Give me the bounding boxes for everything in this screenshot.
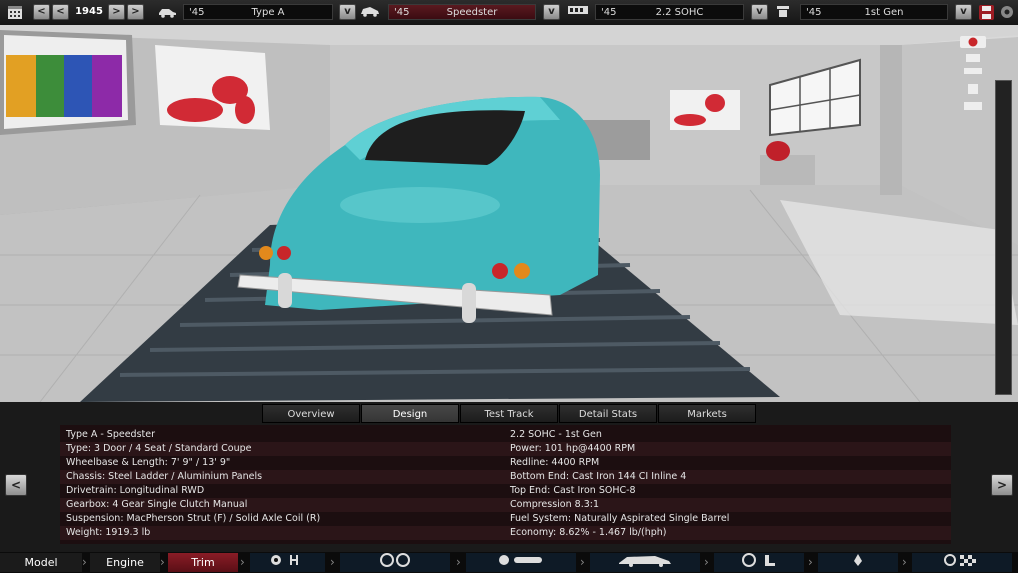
gearbox-icon[interactable]: [250, 553, 325, 572]
fuel-icon[interactable]: [818, 553, 898, 572]
detail-row: Type: 3 Door / 4 Seat / Standard Coupe P…: [60, 442, 951, 456]
tab-test-track[interactable]: Test Track: [460, 404, 558, 423]
tab-overview[interactable]: Overview: [262, 404, 360, 423]
detail-row: Gearbox: 4 Gear Single Clutch Manual Com…: [60, 498, 951, 512]
variant-dropdown-button[interactable]: v: [955, 4, 972, 20]
chevron-right-icon: ›: [240, 555, 245, 569]
chevron-right-icon: ›: [82, 555, 87, 569]
suspension-icon[interactable]: [466, 553, 576, 572]
detail-row: Wheelbase & Length: 7' 9" / 13' 9" Redli…: [60, 456, 951, 470]
camera-view-icons[interactable]: [960, 50, 986, 120]
tab-detail-stats[interactable]: Detail Stats: [559, 404, 657, 423]
detail-left: Suspension: MacPherson Strut (F) / Solid…: [66, 513, 321, 524]
model-select[interactable]: '45 Type A: [183, 4, 333, 20]
bottom-nav: Model › Engine › Trim › › › › › › ›: [0, 552, 1018, 573]
detail-row: Chassis: Steel Ladder / Aluminium Panels…: [60, 470, 951, 484]
detail-row: Drivetrain: Longitudinal RWD Top End: Ca…: [60, 484, 951, 498]
nav-engine[interactable]: Engine: [90, 553, 160, 572]
engine-block-icon: [566, 4, 590, 21]
wheels-icon[interactable]: [340, 553, 450, 572]
engine-variant-select[interactable]: '45 1st Gen: [800, 4, 948, 20]
details-panel: Type A - Speedster 2.2 SOHC - 1st Gen Ty…: [60, 425, 951, 544]
body-icon[interactable]: [590, 553, 700, 572]
engine-select[interactable]: '45 2.2 SOHC: [595, 4, 744, 20]
tab-markets[interactable]: Markets: [658, 404, 756, 423]
detail-left: Weight: 1919.3 lb: [66, 527, 151, 538]
year-next-button[interactable]: >: [108, 4, 125, 20]
top-toolbar: < < 1945 > > '45 Type A v '45 Speedster v …: [0, 0, 1018, 26]
nav-model[interactable]: Model: [0, 553, 82, 572]
nav-trim[interactable]: Trim: [168, 553, 238, 572]
chevron-right-icon: ›: [330, 555, 335, 569]
trim-car-icon: [359, 4, 381, 21]
model-dropdown-button[interactable]: v: [339, 4, 356, 20]
year-prev-button[interactable]: <: [52, 4, 69, 20]
car-model-icon: [156, 4, 178, 21]
detail-right: Bottom End: Cast Iron 144 CI Inline 4: [510, 471, 687, 482]
chevron-right-icon: ›: [456, 555, 461, 569]
trim-dropdown-button[interactable]: v: [543, 4, 560, 20]
year-next-fast-button[interactable]: >: [127, 4, 144, 20]
chevron-right-icon: ›: [580, 555, 585, 569]
calendar-icon[interactable]: [6, 4, 24, 21]
showroom-viewport[interactable]: [0, 25, 1018, 402]
detail-right: Compression 8.3:1: [510, 499, 600, 510]
detail-left: Gearbox: 4 Gear Single Clutch Manual: [66, 499, 248, 510]
detail-row: Type A - Speedster 2.2 SOHC - 1st Gen: [60, 428, 951, 442]
zoom-scrollbar[interactable]: [995, 80, 1012, 395]
detail-right: Redline: 4400 RPM: [510, 457, 600, 468]
interior-icon[interactable]: [714, 553, 804, 572]
detail-right: Power: 101 hp@4400 RPM: [510, 443, 636, 454]
year-prev-fast-button[interactable]: <: [33, 4, 50, 20]
detail-right: 2.2 SOHC - 1st Gen: [510, 429, 602, 440]
detail-left: Type A - Speedster: [66, 429, 156, 440]
detail-row: Weight: 1919.3 lb Economy: 8.62% - 1.467…: [60, 526, 951, 540]
detail-left: Chassis: Steel Ladder / Aluminium Panels: [66, 471, 263, 482]
detail-right: Fuel System: Naturally Aspirated Single …: [510, 513, 730, 524]
prev-panel-button[interactable]: <: [5, 474, 27, 496]
chevron-right-icon: ›: [160, 555, 165, 569]
engine-variant-icon: [773, 4, 793, 21]
year-display: 1945: [75, 6, 103, 17]
chevron-right-icon: ›: [808, 555, 813, 569]
save-icon[interactable]: [976, 4, 996, 21]
engine-dropdown-button[interactable]: v: [751, 4, 768, 20]
tab-design[interactable]: Design: [361, 404, 459, 423]
detail-left: Wheelbase & Length: 7' 9" / 13' 9": [66, 457, 231, 468]
test-drive-icon[interactable]: [912, 553, 1012, 572]
next-panel-button[interactable]: >: [991, 474, 1013, 496]
detail-right: Top End: Cast Iron SOHC-8: [510, 485, 636, 496]
detail-row: Suspension: MacPherson Strut (F) / Solid…: [60, 512, 951, 526]
chevron-right-icon: ›: [902, 555, 907, 569]
detail-right: Economy: 8.62% - 1.467 lb/(hph): [510, 527, 667, 538]
camera-icon[interactable]: [958, 33, 990, 49]
detail-left: Drivetrain: Longitudinal RWD: [66, 485, 205, 496]
trim-select[interactable]: '45 Speedster: [388, 4, 536, 20]
detail-left: Type: 3 Door / 4 Seat / Standard Coupe: [66, 443, 252, 454]
settings-icon[interactable]: [998, 4, 1016, 21]
chevron-right-icon: ›: [704, 555, 709, 569]
